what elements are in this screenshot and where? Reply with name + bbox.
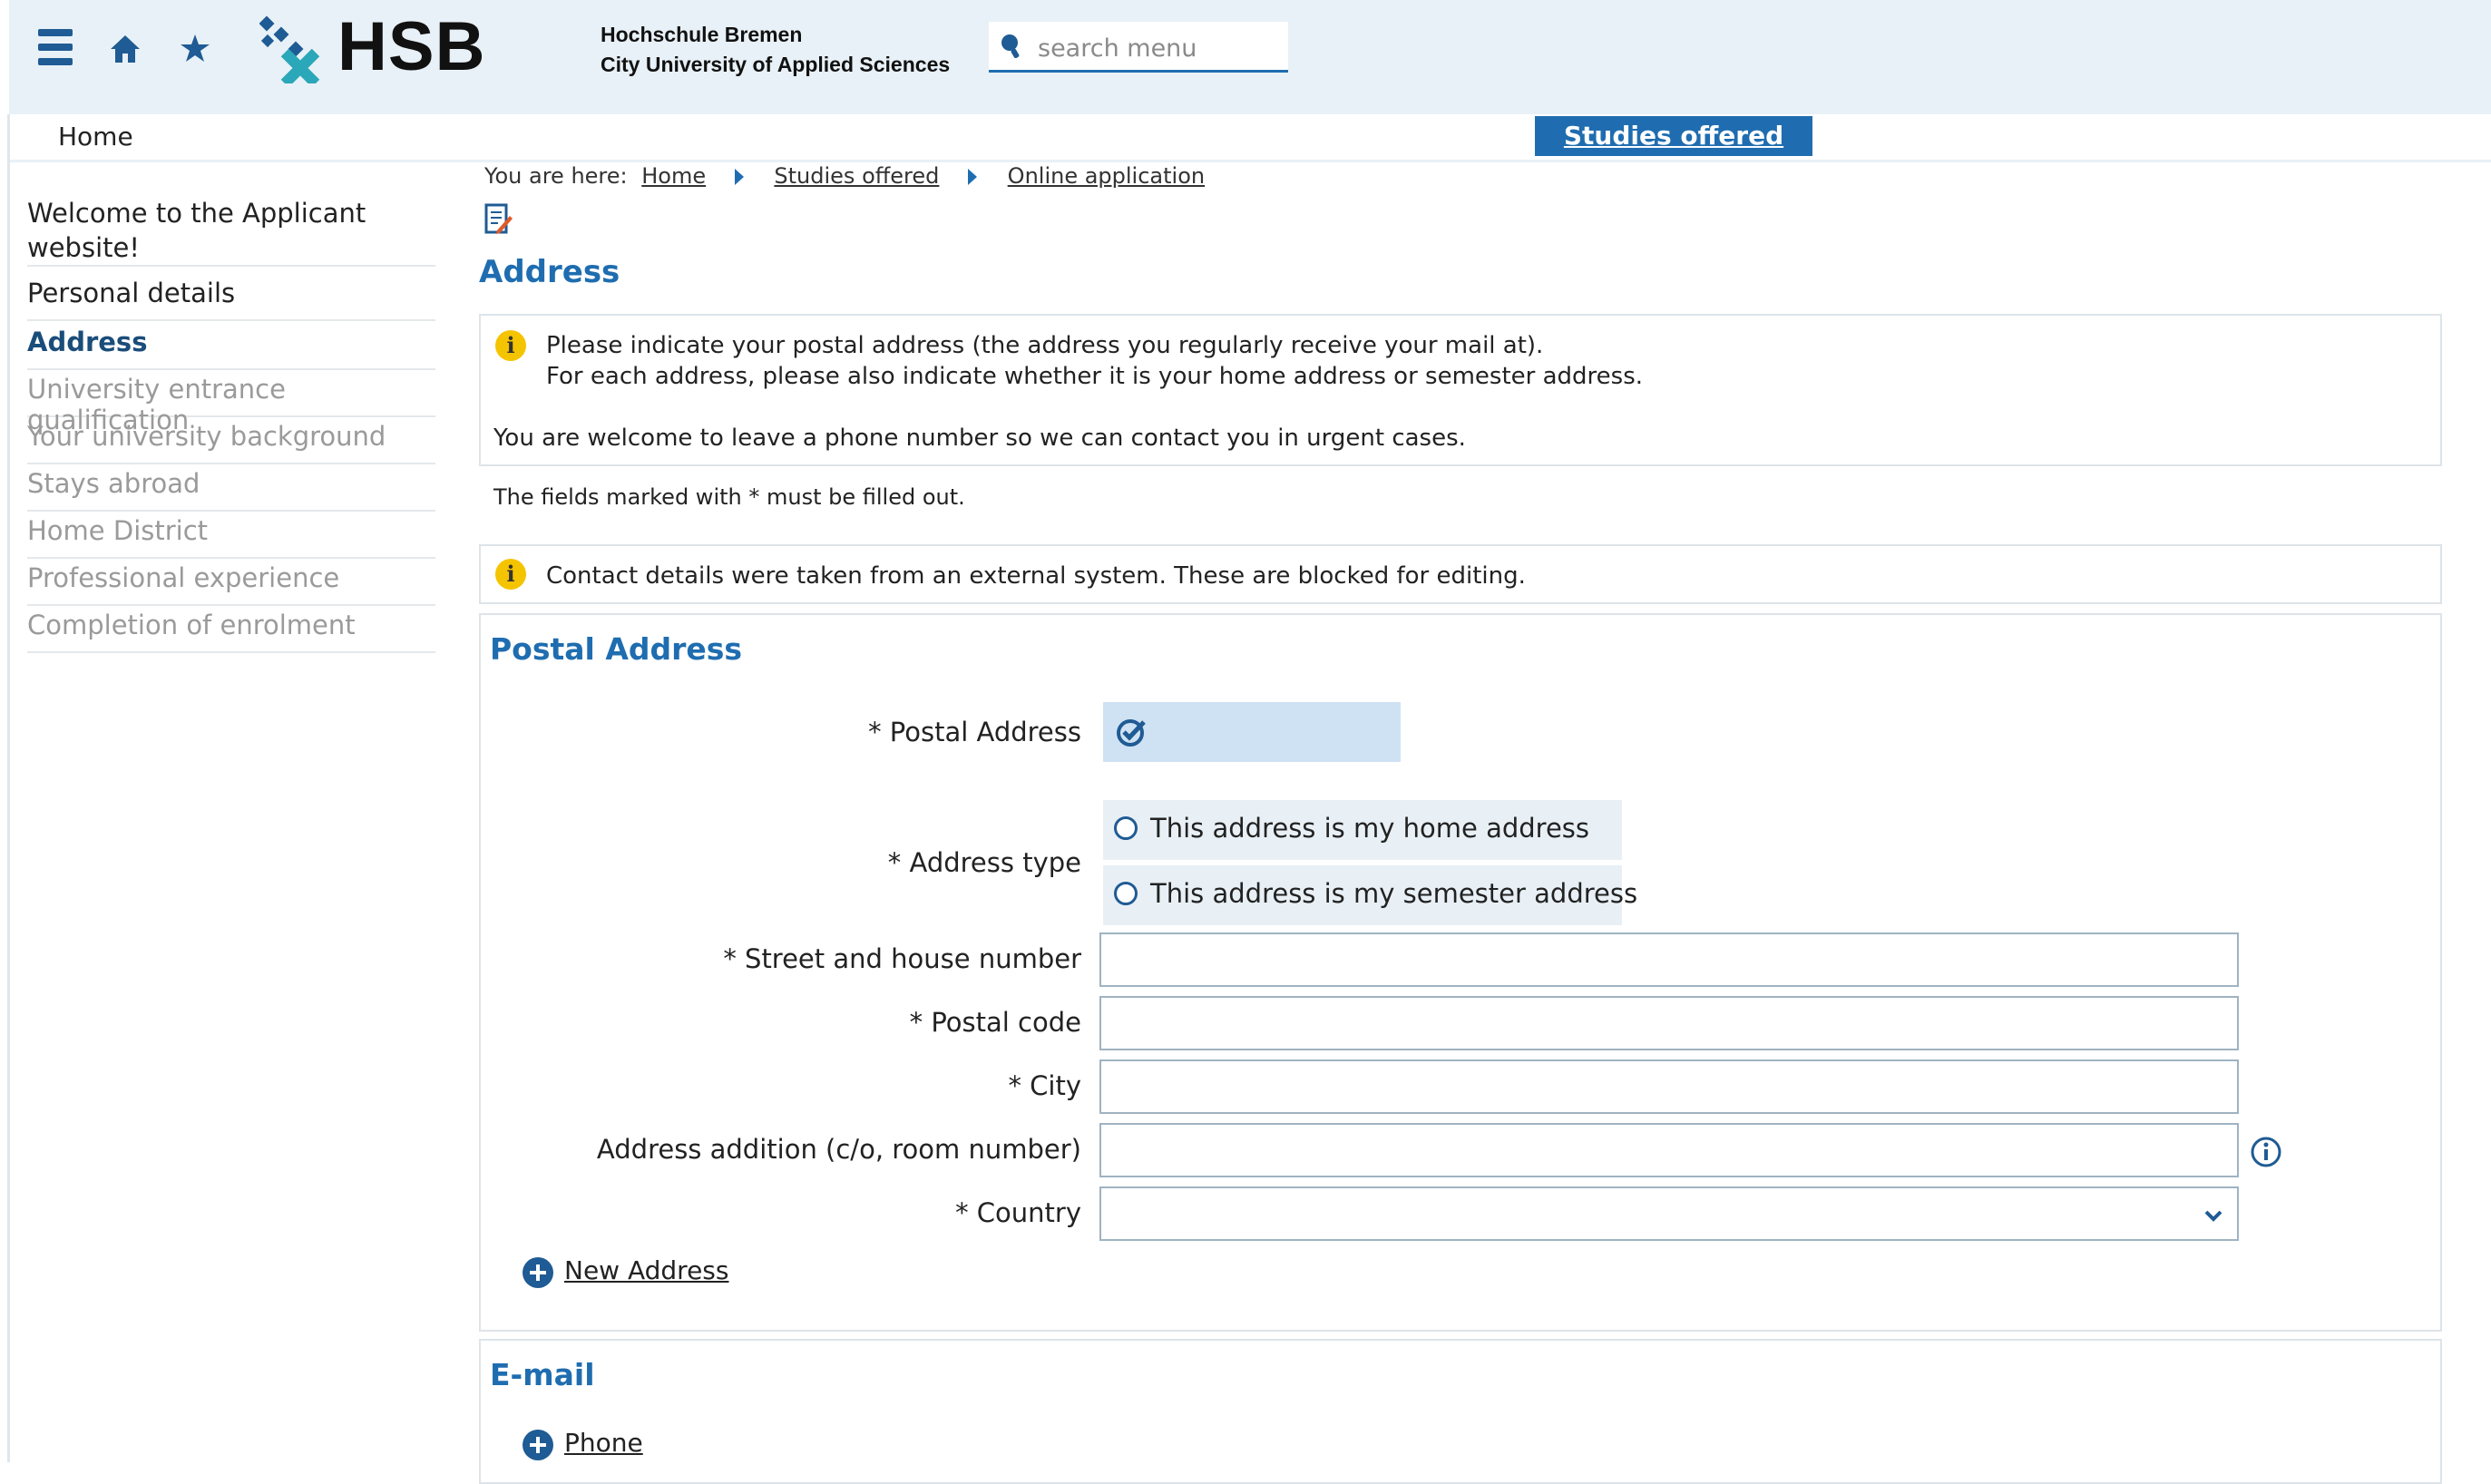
chevron-right-icon [734,169,744,185]
radio-button[interactable] [1114,882,1138,905]
phone-link[interactable]: Phone [564,1428,643,1458]
search-box[interactable] [989,22,1288,73]
required-fields-note: The fields marked with * must be filled … [493,484,965,510]
postal-code-label: * Postal code [909,1007,1081,1038]
sidebar-item-home-district: Home District [27,515,435,559]
chevron-down-icon [2204,1208,2222,1222]
nav-studies-offered-tab[interactable]: Studies offered [1535,116,1812,156]
postal-address-label: * Postal Address [868,717,1081,747]
info-icon: i [495,330,526,361]
postal-code-field[interactable] [1099,996,2239,1050]
info-icon: i [495,559,526,590]
breadcrumb: You are here: Home Studies offered Onlin… [484,163,1205,189]
radio-home-address-label: This address is my home address [1150,813,1590,844]
menu-icon[interactable] [38,27,73,67]
info-text-line3: You are welcome to leave a phone number … [493,425,1466,452]
university-name-line1: Hochschule Bremen [601,23,803,46]
address-addition-field[interactable] [1099,1123,2239,1177]
postal-address-checkbox[interactable] [1103,702,1401,762]
sidebar-item-welcome[interactable]: Welcome to the Applicant website! [27,196,435,267]
sidebar-item-address[interactable]: Address [27,327,435,370]
info-circle-icon[interactable] [2250,1136,2282,1168]
postal-code-input[interactable] [1101,998,2237,1049]
address-addition-input[interactable] [1101,1125,2237,1176]
chevron-right-icon [968,169,978,185]
city-input[interactable] [1101,1061,2237,1112]
radio-semester-address[interactable]: This address is my semester address [1103,865,1637,925]
contact-info-text: Contact details were taken from an exter… [546,562,1526,590]
postal-address-heading: Postal Address [490,631,743,667]
breadcrumb-prefix: You are here: [484,163,628,189]
sidebar-item-personal-details[interactable]: Personal details [27,278,435,321]
search-icon [1000,33,1021,59]
nav-bar [9,114,2491,162]
email-heading: E-mail [490,1357,595,1392]
home-icon[interactable] [109,33,142,65]
sidebar-item-university-entrance-qualification: University entrance qualification [27,374,435,435]
breadcrumb-online-application[interactable]: Online application [1008,163,1205,189]
new-address-link[interactable]: New Address [564,1255,728,1285]
sidebar-item-university-background: Your university background [27,421,435,464]
address-addition-label: Address addition (c/o, room number) [596,1134,1081,1165]
radio-semester-address-label: This address is my semester address [1150,878,1638,909]
sidebar-item-completion-of-enrolment: Completion of enrolment [27,610,435,653]
contact-info-box: i Contact details were taken from an ext… [479,544,2442,604]
check-circle-icon [1116,717,1147,747]
city-label: * City [1008,1070,1081,1101]
sidebar-item-professional-experience: Professional experience [27,562,435,606]
sidebar-item-stays-abroad: Stays abroad [27,468,435,512]
address-type-label: * Address type [887,847,1081,878]
search-input[interactable] [1036,29,1285,67]
plus-circle-icon [523,1430,553,1460]
info-box: i Please indicate your postal address (t… [479,314,2442,466]
university-name: Hochschule Bremen City University of App… [601,20,950,80]
radio-home-address[interactable]: This address is my home address [1103,800,1622,860]
plus-circle-icon [523,1257,553,1288]
country-select[interactable] [1099,1186,2239,1241]
breadcrumb-home[interactable]: Home [641,163,706,189]
info-text-line2: For each address, please also indicate w… [546,363,1643,390]
hsb-logo-mark [259,13,325,88]
star-icon[interactable] [180,33,210,63]
city-field[interactable] [1099,1059,2239,1114]
page-title: Address [479,254,620,290]
university-name-line2: City University of Applied Sciences [601,53,951,76]
edit-form-icon [484,203,513,236]
radio-button[interactable] [1114,816,1138,840]
hsb-logo-text: HSB [337,8,486,85]
country-label: * Country [955,1197,1081,1228]
page-left-border [7,114,10,1462]
breadcrumb-studies-offered[interactable]: Studies offered [774,163,939,189]
email-section [479,1339,2442,1484]
nav-home-link[interactable]: Home [58,122,133,151]
street-input[interactable] [1101,934,2237,985]
street-label: * Street and house number [723,943,1081,974]
street-field[interactable] [1099,932,2239,987]
info-text-line1: Please indicate your postal address (the… [546,332,1544,359]
